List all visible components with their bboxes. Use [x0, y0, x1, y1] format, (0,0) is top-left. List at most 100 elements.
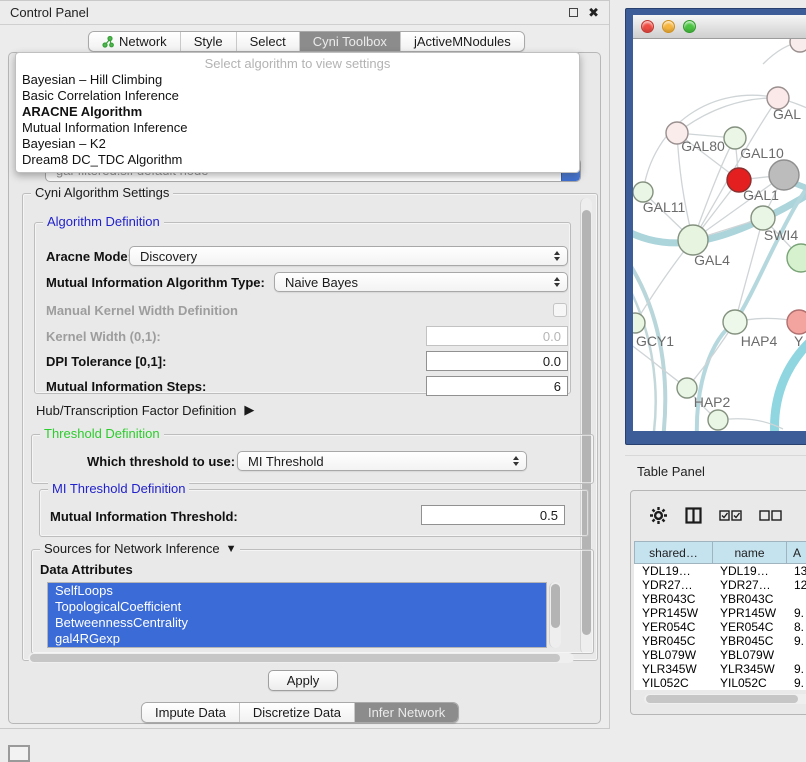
settings-horizontal-scrollbar[interactable] — [28, 653, 574, 663]
tab-label: Infer Network — [368, 705, 445, 720]
select-all-checkboxes-icon[interactable] — [719, 510, 742, 521]
algorithm-definition-title: Algorithm Definition — [43, 214, 164, 229]
network-graph: GALGAL80GAL10GAL11GAL1SWI4GAL4GCY1HAP4YH… — [633, 39, 806, 431]
network-canvas[interactable]: GALGAL80GAL10GAL11GAL1SWI4GAL4GCY1HAP4YH… — [633, 39, 806, 431]
tab-select[interactable]: Select — [237, 32, 300, 51]
table-cell: 9. — [786, 662, 806, 676]
mi-threshold-field[interactable]: 0.5 — [421, 505, 565, 525]
network-node-hap4[interactable] — [723, 310, 747, 334]
popup-item[interactable]: Bayesian – Hill Climbing — [16, 72, 579, 88]
attributes-vertical-scrollbar[interactable] — [549, 582, 561, 648]
gear-icon[interactable] — [649, 506, 668, 525]
table-row[interactable]: YDL19…YDL19…13 — [634, 564, 806, 578]
kernel-width-label: Kernel Width (0,1): — [46, 329, 161, 344]
split-columns-icon[interactable] — [685, 507, 702, 524]
mi-steps-field[interactable]: 6 — [426, 376, 568, 396]
chevron-right-icon: ▶ — [244, 402, 254, 418]
table-cell — [786, 592, 806, 606]
close-icon[interactable]: ✖ — [588, 6, 599, 19]
attribute-item[interactable]: TopologicalCoefficient — [48, 599, 546, 615]
tab-label: Cyni Toolbox — [313, 34, 387, 49]
data-attributes-label: Data Attributes — [40, 562, 133, 577]
popup-item[interactable]: Bayesian – K2 — [16, 136, 579, 152]
hub-definition-toggle[interactable]: Hub/Transcription Factor Definition ▶ — [36, 402, 254, 418]
table-cell: YBL079W — [634, 648, 712, 662]
column-header[interactable]: name — [712, 541, 786, 564]
attribute-item[interactable]: gal4RGexp — [48, 631, 546, 647]
popup-item[interactable]: Mutual Information Inference — [16, 120, 579, 136]
popup-item[interactable]: Basic Correlation Inference — [16, 88, 579, 104]
node-label: GAL1 — [743, 187, 779, 203]
table-row[interactable]: YDR27…YDR27…12 — [634, 578, 806, 592]
tab-jactivemnodules[interactable]: jActiveMNodules — [401, 32, 524, 51]
table-row[interactable]: YIL052CYIL052C9. — [634, 676, 806, 690]
table-cell: YDL19… — [712, 564, 786, 578]
control-panel-title: Control Panel — [10, 5, 89, 20]
attribute-item[interactable]: BetweennessCentrality — [48, 615, 546, 631]
table-row[interactable]: YBL079WYBL079W — [634, 648, 806, 662]
sources-title-text: Sources for Network Inference — [44, 541, 220, 556]
network-icon — [102, 35, 114, 48]
network-node-swi4[interactable] — [787, 244, 806, 272]
popup-item[interactable]: ARACNE Algorithm — [16, 104, 579, 120]
attribute-item[interactable]: SelfLoops — [48, 583, 546, 599]
network-window-titlebar[interactable] — [633, 15, 806, 39]
tab-cyni-toolbox[interactable]: Cyni Toolbox — [300, 32, 401, 51]
aracne-mode-combo[interactable]: Discovery — [129, 246, 568, 266]
close-traffic-light-icon[interactable] — [641, 20, 654, 33]
stepper-icon — [551, 251, 567, 261]
sources-group-title[interactable]: Sources for Network Inference ▼ — [40, 541, 240, 556]
data-attributes-list[interactable]: SelfLoopsTopologicalCoefficientBetweenne… — [47, 582, 547, 648]
deselect-all-checkboxes-icon[interactable] — [759, 510, 782, 521]
tab-discretize-data[interactable]: Discretize Data — [240, 703, 355, 722]
control-panel-titlebar: Control Panel ✖ — [0, 1, 609, 25]
table-horizontal-scrollbar[interactable] — [644, 694, 806, 704]
network-node-gal4[interactable] — [678, 225, 708, 255]
network-node-y[interactable] — [787, 310, 806, 334]
table-cell: YDL19… — [634, 564, 712, 578]
table-cell: YBL079W — [712, 648, 786, 662]
popup-item[interactable]: Dream8 DC_TDC Algorithm — [16, 152, 579, 168]
tab-infer-network[interactable]: Infer Network — [355, 703, 458, 722]
apply-button[interactable]: Apply — [268, 670, 338, 691]
table-row[interactable]: YBR045CYBR045C9. — [634, 634, 806, 648]
column-header[interactable]: shared… — [634, 541, 712, 564]
network-node-gcy1[interactable] — [633, 313, 645, 333]
dpi-tolerance-field[interactable]: 0.0 — [426, 351, 568, 371]
which-threshold-combo[interactable]: MI Threshold — [237, 451, 527, 471]
table-cell: YIL052C — [712, 676, 786, 690]
minimize-traffic-light-icon[interactable] — [662, 20, 675, 33]
network-node[interactable] — [790, 39, 806, 52]
mi-threshold-value: 0.5 — [540, 508, 558, 523]
kernel-width-field[interactable]: 0.0 — [426, 326, 568, 346]
bottom-tabstrip: Impute DataDiscretize Data Infer Network — [141, 702, 459, 723]
table-row[interactable]: YPR145WYPR145W9. — [634, 606, 806, 620]
table-row[interactable]: YLR345WYLR345W9. — [634, 662, 806, 676]
network-node[interactable] — [769, 160, 799, 190]
node-table: shared…nameA YDL19…YDL19…13YDR27…YDR27…1… — [634, 541, 806, 704]
manual-kernel-checkbox[interactable] — [553, 303, 567, 317]
minimized-panel-icon[interactable] — [8, 745, 30, 762]
node-label: Y — [794, 333, 804, 349]
table-cell: YER054C — [634, 620, 712, 634]
float-window-icon[interactable] — [569, 8, 578, 17]
column-header[interactable]: A — [786, 541, 806, 564]
mi-threshold-label: Mutual Information Threshold: — [50, 509, 238, 524]
tab-label: jActiveMNodules — [414, 34, 511, 49]
mi-type-combo[interactable]: Naive Bayes — [274, 272, 568, 292]
node-label: GAL10 — [740, 145, 784, 161]
chevron-down-icon: ▼ — [226, 543, 237, 555]
network-node[interactable] — [708, 410, 728, 430]
table-row[interactable]: YBR043CYBR043C — [634, 592, 806, 606]
sources-group: Sources for Network Inference ▼ Data Att… — [31, 549, 594, 654]
zoom-traffic-light-icon[interactable] — [683, 20, 696, 33]
tab-impute-data[interactable]: Impute Data — [142, 703, 240, 722]
apply-button-label: Apply — [287, 673, 320, 688]
table-cell: YPR145W — [634, 606, 712, 620]
table-cell: YBR043C — [712, 592, 786, 606]
tab-style[interactable]: Style — [181, 32, 237, 51]
table-header-row[interactable]: shared…nameA — [634, 541, 806, 564]
tab-network[interactable]: Network — [89, 32, 181, 51]
table-row[interactable]: YER054CYER054C8. — [634, 620, 806, 634]
mi-steps-value: 6 — [554, 379, 561, 394]
